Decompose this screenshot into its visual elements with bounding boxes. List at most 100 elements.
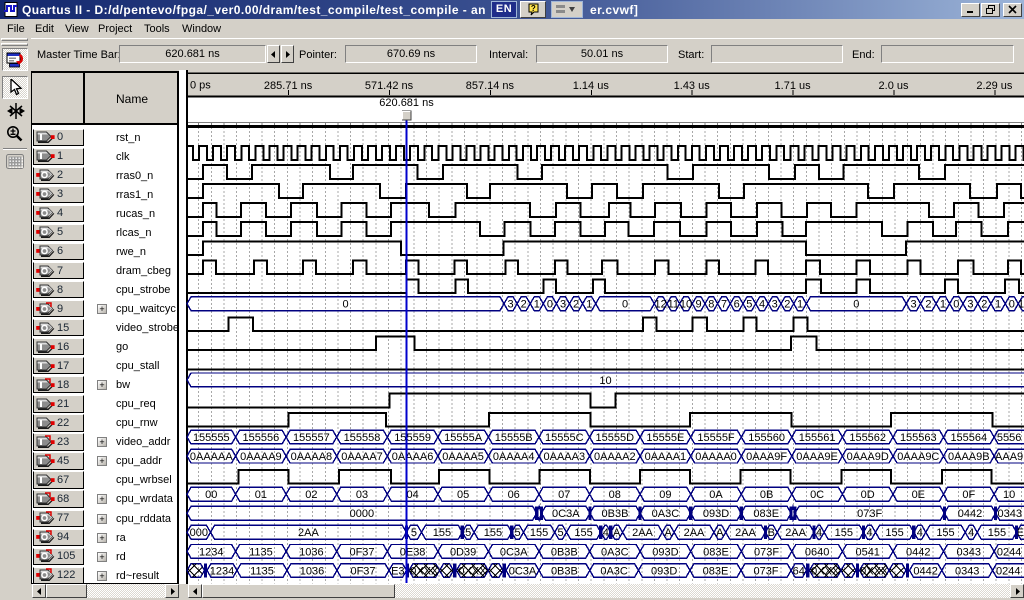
svg-text:0: 0 xyxy=(1009,299,1015,311)
svg-text:0442: 0442 xyxy=(958,508,982,520)
svg-text:0AAAA5: 0AAAA5 xyxy=(442,451,484,463)
svg-text:5: 5 xyxy=(746,299,752,311)
svg-text:4: 4 xyxy=(816,527,822,539)
svg-text:155557: 155557 xyxy=(293,432,330,444)
svg-text:155: 155 xyxy=(936,527,954,539)
svg-text:2AA: 2AA xyxy=(735,527,756,539)
svg-text:1234: 1234 xyxy=(199,546,223,558)
svg-text:0: 0 xyxy=(342,299,348,311)
svg-text:1: 1 xyxy=(995,299,1001,311)
svg-text:5: 5 xyxy=(558,527,564,539)
svg-text:2: 2 xyxy=(573,299,579,311)
svg-text:155: 155 xyxy=(988,527,1006,539)
svg-text:08: 08 xyxy=(609,489,621,501)
svg-text:0XXX: 0XXX xyxy=(410,565,439,577)
svg-text:1: 1 xyxy=(1018,299,1024,311)
svg-text:1: 1 xyxy=(534,299,540,311)
svg-text:155: 155 xyxy=(484,527,502,539)
svg-text:155564: 155564 xyxy=(950,432,987,444)
svg-text:083E: 083E xyxy=(703,565,729,577)
svg-text:0D39: 0D39 xyxy=(450,546,476,558)
svg-text:0F: 0F xyxy=(962,489,975,501)
svg-text:0D: 0D xyxy=(861,489,875,501)
svg-text:8: 8 xyxy=(708,299,714,311)
svg-text:0E38: 0E38 xyxy=(400,546,426,558)
svg-text:155563: 155563 xyxy=(900,432,937,444)
svg-text:0E: 0E xyxy=(912,489,925,501)
svg-text:4: 4 xyxy=(968,527,974,539)
svg-text:0244: 0244 xyxy=(996,565,1020,577)
svg-text:4: 4 xyxy=(866,527,872,539)
svg-text:083E: 083E xyxy=(753,508,779,520)
svg-text:?: ? xyxy=(530,4,535,13)
svg-text:2: 2 xyxy=(521,299,527,311)
svg-text:15555A: 15555A xyxy=(444,432,483,444)
svg-text:2AA: 2AA xyxy=(632,527,653,539)
svg-text:0343: 0343 xyxy=(955,565,979,577)
svg-text:9: 9 xyxy=(696,299,702,311)
svg-text:0: 0 xyxy=(622,299,628,311)
svg-text:03: 03 xyxy=(356,489,368,501)
svg-text:07: 07 xyxy=(558,489,570,501)
svg-text:0A3C: 0A3C xyxy=(601,546,629,558)
svg-text:0AAAA4: 0AAAA4 xyxy=(493,451,535,463)
svg-text:155558: 155558 xyxy=(344,432,381,444)
svg-text:155555: 155555 xyxy=(193,432,230,444)
svg-text:073F: 073F xyxy=(857,508,882,520)
svg-text:15555F: 15555F xyxy=(697,432,735,444)
svg-text:000: 000 xyxy=(190,527,208,539)
svg-text:0B3B: 0B3B xyxy=(602,508,629,520)
svg-text:083E: 083E xyxy=(703,546,729,558)
svg-text:155561: 155561 xyxy=(799,432,836,444)
svg-text:0AAAA9: 0AAAA9 xyxy=(240,451,282,463)
svg-text:04: 04 xyxy=(406,489,418,501)
svg-text:4: 4 xyxy=(917,527,923,539)
svg-text:2: 2 xyxy=(784,299,790,311)
svg-text:0XXX: 0XXX xyxy=(811,565,840,577)
svg-text:0AAA9C: 0AAA9C xyxy=(897,451,939,463)
svg-text:2AA: 2AA xyxy=(298,527,319,539)
svg-text:0F37: 0F37 xyxy=(349,546,374,558)
svg-text:5556: 5556 xyxy=(997,432,1021,444)
svg-text:01: 01 xyxy=(255,489,267,501)
svg-text:4: 4 xyxy=(759,299,765,311)
svg-text:10: 10 xyxy=(680,299,692,311)
svg-text:0AAAA3: 0AAAA3 xyxy=(544,451,586,463)
svg-text:0XXX: 0XXX xyxy=(458,565,487,577)
svg-text:155: 155 xyxy=(885,527,903,539)
svg-text:A: A xyxy=(665,527,673,539)
svg-text:0B3B: 0B3B xyxy=(551,565,578,577)
svg-text:0C3A: 0C3A xyxy=(500,546,528,558)
svg-text:1036: 1036 xyxy=(300,565,324,577)
svg-text:620.681 ns: 620.681 ns xyxy=(379,97,434,109)
svg-text:1: 1 xyxy=(797,299,803,311)
svg-text:0AAA9D: 0AAA9D xyxy=(847,451,889,463)
svg-text:02: 02 xyxy=(305,489,317,501)
svg-text:155559: 155559 xyxy=(394,432,431,444)
svg-text:155562: 155562 xyxy=(849,432,886,444)
svg-text:0A3C: 0A3C xyxy=(600,565,628,577)
svg-text:1135: 1135 xyxy=(250,565,274,577)
svg-text:06: 06 xyxy=(508,489,520,501)
svg-text:0AAAA2: 0AAAA2 xyxy=(594,451,636,463)
svg-text:0B: 0B xyxy=(760,489,773,501)
svg-text:0442: 0442 xyxy=(906,546,930,558)
svg-text:0 ps: 0 ps xyxy=(190,80,211,92)
svg-text:2AA: 2AA xyxy=(785,527,806,539)
svg-text:A: A xyxy=(613,527,621,539)
svg-text:155: 155 xyxy=(530,527,548,539)
svg-text:155556: 155556 xyxy=(243,432,280,444)
svg-text:11: 11 xyxy=(668,299,679,311)
svg-text:05: 05 xyxy=(457,489,469,501)
svg-text:0AAAA6: 0AAAA6 xyxy=(392,451,434,463)
svg-text:093D: 093D xyxy=(651,565,677,577)
svg-text:15555B: 15555B xyxy=(495,432,533,444)
svg-text:0343: 0343 xyxy=(998,508,1022,520)
svg-text:0: 0 xyxy=(853,299,859,311)
svg-text:0C: 0C xyxy=(810,489,824,501)
svg-text:12: 12 xyxy=(654,299,666,311)
svg-text:0541: 0541 xyxy=(855,546,879,558)
svg-text:0A3C: 0A3C xyxy=(652,508,680,520)
svg-text:0244: 0244 xyxy=(997,546,1021,558)
svg-text:0AAAAA: 0AAAAA xyxy=(190,451,233,463)
